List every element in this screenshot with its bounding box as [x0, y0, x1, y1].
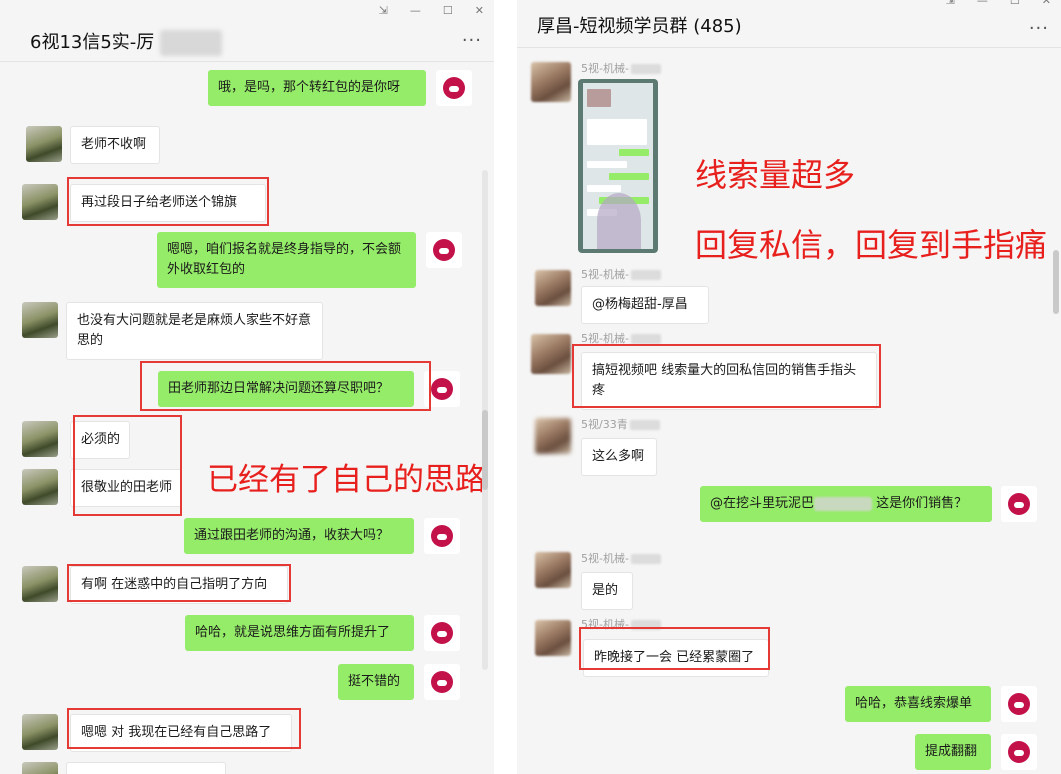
right-window-controls: ⇲ — ☐ ✕ [946, 0, 1051, 7]
left-titlebar: 6视13信5实-厉 ⇲ — ☐ ✕ ··· [0, 0, 494, 62]
contact-avatar[interactable] [22, 566, 58, 602]
message-bubble-in[interactable]: 嗯嗯 对 我现在已经有自己思路了 [70, 714, 292, 752]
logo-icon [431, 378, 453, 400]
logo-icon [431, 622, 453, 644]
sender-name: 5视-机械- [581, 616, 661, 632]
maximize-icon[interactable]: ☐ [443, 4, 453, 17]
logo-icon [431, 671, 453, 693]
message-bubble-out[interactable]: 嗯嗯，咱们报名就是终身指导的，不会额外收取红包的 [157, 232, 416, 288]
contact-avatar[interactable] [22, 302, 58, 338]
message-bubble-out[interactable]: 提成翻翻 [915, 734, 991, 770]
self-avatar[interactable] [424, 664, 460, 700]
self-avatar[interactable] [1001, 734, 1037, 770]
logo-icon [1008, 693, 1030, 715]
close-icon[interactable]: ✕ [1042, 0, 1051, 7]
contact-avatar[interactable] [22, 184, 58, 220]
contact-avatar[interactable] [22, 469, 58, 505]
message-bubble-in[interactable]: 是的 [581, 572, 633, 610]
member-avatar[interactable] [535, 270, 571, 306]
message-bubble-in[interactable]: 有啊 在迷惑中的自己指明了方向 [70, 566, 288, 604]
self-avatar[interactable] [436, 70, 472, 106]
minimize-icon[interactable]: — [977, 0, 988, 7]
message-bubble-out[interactable]: 哈哈，恭喜线索爆单 [845, 686, 991, 722]
message-bubble-in[interactable]: 昨晚接了一会 已经累蒙圈了 [583, 639, 769, 677]
contact-avatar[interactable] [22, 421, 58, 457]
contact-avatar[interactable] [26, 126, 62, 162]
message-bubble-in[interactable]: @杨梅超甜-厚昌 [581, 286, 709, 324]
redacted-name [814, 496, 873, 511]
sender-name: 5视-机械- [581, 550, 661, 566]
message-bubble-out[interactable]: 挺不错的 [338, 664, 414, 700]
self-avatar[interactable] [424, 615, 460, 651]
member-avatar[interactable] [535, 552, 571, 588]
message-bubble-in[interactable]: 搞短视频吧 线索量大的回私信回的销售手指头疼 [581, 352, 877, 410]
sender-name: 5视/33青 [581, 416, 660, 432]
contact-avatar[interactable] [22, 714, 58, 750]
self-avatar[interactable] [1001, 486, 1037, 522]
left-window-controls: ⇲ — ☐ ✕ [379, 4, 484, 17]
minimize-icon[interactable]: — [410, 4, 421, 17]
self-avatar[interactable] [424, 518, 460, 554]
maximize-icon[interactable]: ☐ [1010, 0, 1020, 7]
right-scrollbar-thumb[interactable] [1053, 250, 1059, 314]
member-avatar[interactable] [531, 62, 571, 102]
message-bubble-in[interactable]: 这么多啊 [581, 438, 657, 476]
more-icon[interactable]: ··· [462, 30, 482, 51]
message-bubble-out[interactable]: 哦，是吗，那个转红包的是你呀 [208, 70, 426, 106]
message-bubble-out[interactable]: 通过跟田老师的沟通，收获大吗？ [184, 518, 414, 554]
message-bubble-in[interactable] [66, 762, 226, 774]
sender-name: 5视-机械- [581, 60, 661, 76]
member-avatar[interactable] [531, 334, 571, 374]
message-bubble-in[interactable]: 老师不收啊 [70, 126, 160, 164]
annotation-thinking: 已经有了自己的思路 [207, 462, 486, 498]
message-bubble-in[interactable]: 很敬业的田老师 [70, 469, 182, 507]
member-avatar[interactable] [535, 620, 571, 656]
contact-avatar[interactable] [22, 762, 58, 774]
logo-icon [433, 239, 455, 261]
message-bubble-out[interactable]: @在挖斗里玩泥巴 这是你们销售？ [700, 486, 992, 522]
pin-icon[interactable]: ⇲ [379, 4, 388, 17]
logo-icon [431, 525, 453, 547]
logo-icon [443, 77, 465, 99]
self-avatar[interactable] [424, 371, 460, 407]
self-avatar[interactable] [426, 232, 462, 268]
message-bubble-in[interactable]: 必须的 [70, 421, 130, 459]
annotation-leads: 线索量超多 [695, 156, 856, 194]
sender-name: 5视-机械- [581, 330, 661, 346]
right-titlebar: 厚昌-短视频学员群 (485) ⇲ — ☐ ✕ ··· [517, 0, 1061, 48]
member-avatar[interactable] [535, 418, 571, 454]
more-icon[interactable]: ··· [1029, 18, 1049, 39]
self-avatar[interactable] [1001, 686, 1037, 722]
message-bubble-in[interactable]: 也没有大问题就是老是麻烦人家些不好意思的 [66, 302, 323, 360]
message-bubble-out[interactable]: 田老师那边日常解决问题还算尽职吧？ [158, 371, 414, 407]
logo-icon [1008, 741, 1030, 763]
left-scrollbar-thumb[interactable] [482, 410, 488, 490]
logo-icon [1008, 493, 1030, 515]
right-chat-title: 厚昌-短视频学员群 (485) [537, 16, 742, 37]
sender-name: 5视-机械- [581, 266, 661, 282]
chat-screenshot-image[interactable] [578, 79, 658, 253]
left-chat-window: 6视13信5实-厉 ⇲ — ☐ ✕ ··· 哦，是吗，那个转红包的是你呀 老师不… [0, 0, 494, 774]
right-chat-window: 厚昌-短视频学员群 (485) ⇲ — ☐ ✕ ··· 5视-机械- 线索量超多… [517, 0, 1061, 774]
left-title-redaction [160, 30, 222, 56]
message-bubble-out[interactable]: 哈哈，就是说思维方面有所提升了 [185, 615, 414, 651]
pin-icon[interactable]: ⇲ [946, 0, 955, 7]
left-chat-title: 6视13信5实-厉 [30, 32, 155, 53]
close-icon[interactable]: ✕ [475, 4, 484, 17]
message-bubble-in[interactable]: 再过段日子给老师送个锦旗 [70, 184, 266, 222]
annotation-replies: 回复私信，回复到手指痛 [695, 226, 1048, 264]
